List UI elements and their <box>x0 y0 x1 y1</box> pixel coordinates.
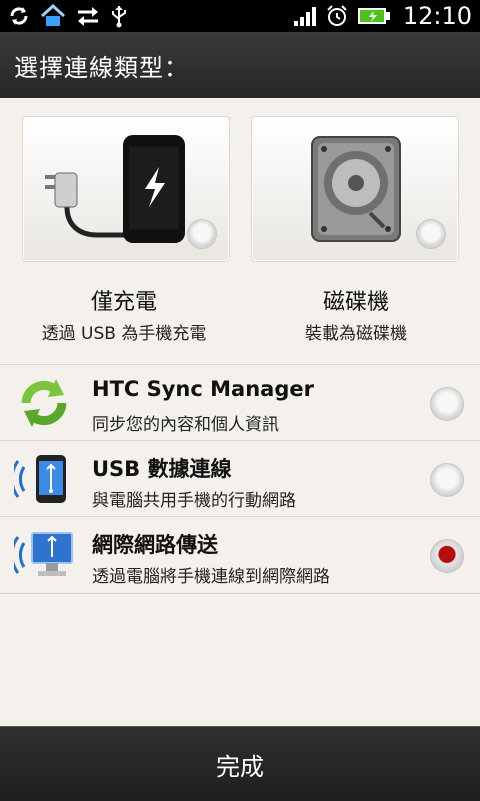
option-subtitle: 同步您的內容和個人資訊 <box>92 415 279 435</box>
sync-icon <box>8 5 30 27</box>
data-transfer-icon <box>76 5 100 27</box>
signal-icon <box>293 5 317 27</box>
battery-charging-icon <box>357 6 391 26</box>
option-usb-tethering[interactable]: USB 數據連線 與電腦共用手機的行動網路 <box>0 440 480 517</box>
charge-only-card[interactable] <box>22 116 230 262</box>
internet-pass-through-radio[interactable] <box>430 539 464 573</box>
alarm-icon <box>325 4 349 28</box>
option-internet-pass-through[interactable]: 網際網路傳送 透過電腦將手機連線到網際網路 <box>0 516 480 594</box>
bottom-action-bar: 完成 <box>0 726 480 801</box>
status-bar: 12:10 <box>0 0 480 32</box>
htc-sync-radio[interactable] <box>430 387 464 421</box>
charge-only-title: 僅充電 <box>90 290 157 315</box>
status-time: 12:10 <box>402 2 472 30</box>
option-title: HTC Sync Manager <box>92 377 314 401</box>
dialog-header: 選擇連線類型： <box>0 32 480 99</box>
option-subtitle: 透過電腦將手機連線到網際網路 <box>92 567 330 587</box>
charge-only-radio[interactable] <box>187 219 217 249</box>
disk-drive-radio[interactable] <box>416 219 446 249</box>
charger-phone-icon <box>43 129 203 249</box>
connection-type-content: 僅充電 透過 USB 為手機充電 磁碟機 裝載為磁碟機 HTC Sync Man… <box>0 98 480 726</box>
done-button[interactable]: 完成 <box>0 727 480 801</box>
home-icon <box>40 4 66 28</box>
charge-only-subtitle: 透過 USB 為手機充電 <box>41 324 207 344</box>
option-title: 網際網路傳送 <box>92 533 218 557</box>
disk-drive-title: 磁碟機 <box>322 290 389 315</box>
usb-tether-icon <box>14 449 74 509</box>
disk-drive-icon <box>308 133 404 245</box>
disk-drive-card[interactable] <box>251 116 459 262</box>
usb-tethering-radio[interactable] <box>430 463 464 497</box>
page-title: 選擇連線類型： <box>14 54 189 82</box>
option-subtitle: 與電腦共用手機的行動網路 <box>92 491 296 511</box>
option-htc-sync-manager[interactable]: HTC Sync Manager 同步您的內容和個人資訊 <box>0 364 480 441</box>
option-title: USB 數據連線 <box>92 457 232 481</box>
disk-drive-subtitle: 裝載為磁碟機 <box>305 324 407 344</box>
internet-pass-through-icon <box>14 525 74 585</box>
sync-arrows-icon <box>14 373 74 433</box>
usb-icon <box>110 4 128 28</box>
